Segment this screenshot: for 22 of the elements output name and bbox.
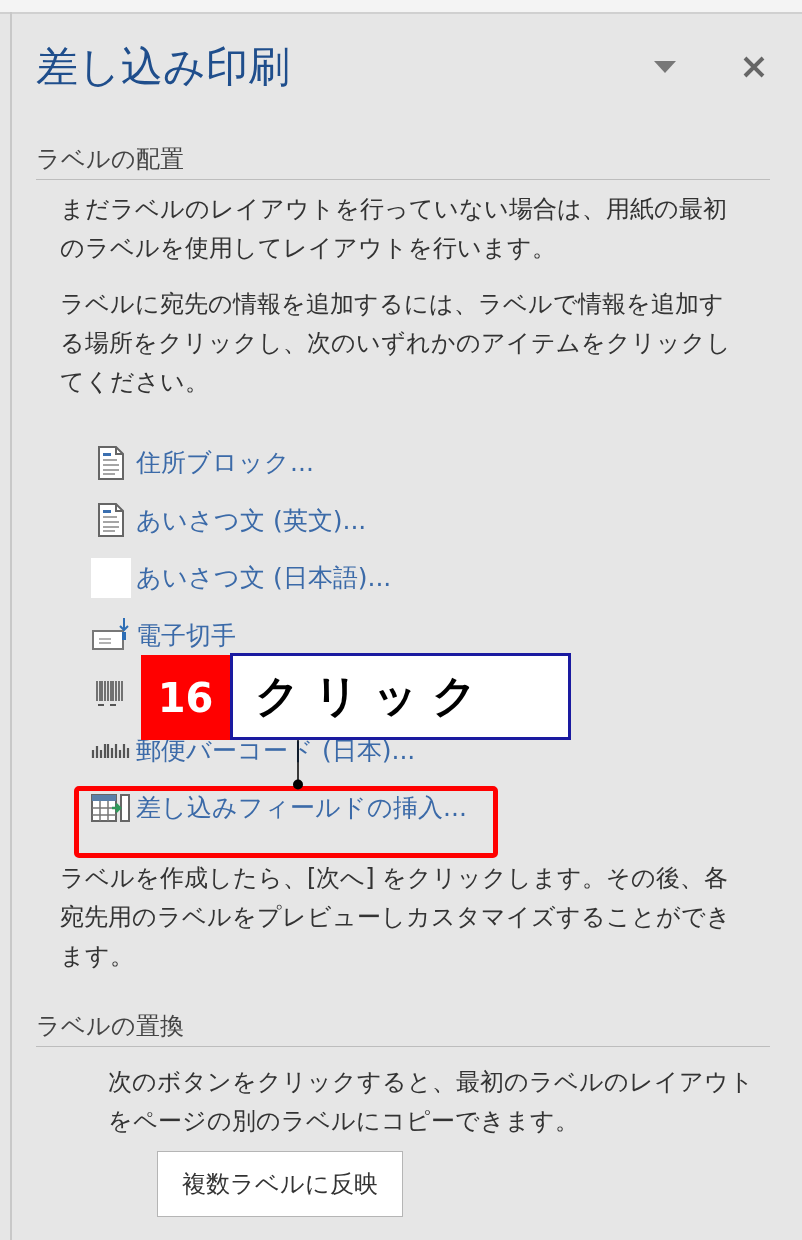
step-number: 16 — [141, 655, 230, 740]
close-icon — [742, 55, 766, 79]
pane-title: 差し込み印刷 — [36, 41, 291, 93]
task-link[interactable]: あいさつ文 (英文)... — [136, 506, 367, 534]
instruction-text: ラベルに宛先の情報を追加するには、ラベルで情報を追加する場所をクリックし、次のいずれかのアイテムをクリックしてください。 — [60, 289, 732, 398]
caret-icon — [654, 61, 676, 73]
task-link[interactable]: 差し込みフィールドの挿入... — [136, 794, 467, 822]
instruction-text: 次のボタンをクリックすると、最初のラベルのレイアウトをページの別のラベルにコピーできます。 — [108, 1066, 755, 1137]
instruction-text: ラベルを作成したら、[次へ] をクリックします。その後、各宛先用のラベルをプレビューしカスタマイズすることができます。 — [60, 862, 732, 972]
blank-icon — [91, 557, 131, 598]
section-heading: ラベルの置換 — [36, 1009, 770, 1047]
callout-text: クリック — [230, 653, 571, 740]
task-link[interactable]: 電子切手 — [136, 621, 236, 649]
task-link[interactable]: 住所ブロック... — [136, 449, 314, 477]
instruction-text: まだラベルのレイアウトを行っていない場合は、用紙の最初のラベルを使用してレイアウトを行います。 — [60, 194, 728, 264]
section-heading: ラベルの配置 — [36, 143, 770, 180]
document-icon — [96, 502, 126, 539]
apply-labels-button[interactable]: 複数ラベルに反映 — [157, 1150, 403, 1217]
document-icon — [96, 444, 126, 481]
table-arrow-icon — [91, 792, 131, 823]
barcode-icon — [91, 742, 131, 759]
task-link[interactable]: あいさつ文 (日本語)... — [136, 564, 392, 592]
